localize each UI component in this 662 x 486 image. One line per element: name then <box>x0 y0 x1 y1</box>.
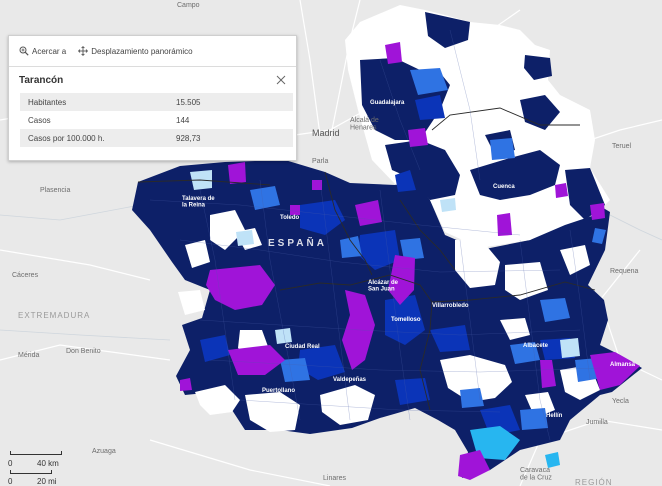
zoom-icon <box>19 46 29 56</box>
place-don-benito: Don Benito <box>66 348 101 355</box>
hole <box>178 290 205 315</box>
table-row: Habitantes 15.505 <box>20 93 293 111</box>
place-caravaca: Caravaca de la Cruz <box>520 467 552 482</box>
city-toledo: Toledo <box>280 215 300 221</box>
city-hellin: Hellín <box>546 413 563 419</box>
place-parla: Parla <box>312 158 328 165</box>
place-jumilla: Jumilla <box>586 419 608 426</box>
table-row: Casos por 100.000 h. 928,73 <box>20 129 293 147</box>
scale-mi-label: 20 mi <box>37 477 57 486</box>
attribute-label: Habitantes <box>20 93 168 111</box>
city-valdepenas: Valdepeñas <box>333 377 367 383</box>
scale-km-label: 40 km <box>37 459 59 468</box>
place-alcala: Alcalá de Henares <box>350 117 379 132</box>
scale-bar-km-line <box>10 451 62 455</box>
place-linares: Linares <box>323 475 346 482</box>
attribute-label: Casos <box>28 115 51 125</box>
city-ciudad-real: Ciudad Real <box>285 344 320 350</box>
attribute-label: Casos por 100.000 h. <box>20 129 168 147</box>
pan-button[interactable]: Desplazamiento panorámico <box>78 46 193 56</box>
city-guadalajara: Guadalajara <box>370 100 405 106</box>
zoom-to-label: Acercar a <box>32 46 67 56</box>
popup-header: Tarancón <box>9 67 296 93</box>
zoom-to-button[interactable]: Acercar a <box>19 46 66 56</box>
place-merida: Mérida <box>18 352 40 359</box>
scale-bar-mi-line <box>10 470 52 474</box>
place-madrid: Madrid <box>312 128 340 138</box>
close-icon[interactable] <box>275 74 287 86</box>
attribute-value: 928,73 <box>168 129 293 147</box>
feature-popup: Acercar a Desplazamiento panorámico Tara… <box>8 35 297 161</box>
table-row: Casos 144 <box>20 111 293 129</box>
popup-attribute-table: Habitantes 15.505 Casos 144 Casos por 10… <box>20 93 293 147</box>
city-albacete: Albacete <box>523 343 549 349</box>
scale-mi-zero: 0 <box>8 477 13 486</box>
popup-title: Tarancón <box>19 74 64 86</box>
attribute-value: 15.505 <box>168 93 293 111</box>
scale-km-zero: 0 <box>8 459 13 468</box>
popup-actions: Acercar a Desplazamiento panorámico <box>9 36 296 67</box>
city-puertollano: Puertollano <box>262 388 295 394</box>
place-plasencia: Plasencia <box>40 187 70 194</box>
attribute-value: 144 <box>176 115 190 125</box>
city-alcazar: Alcázar de San Juan <box>368 280 399 293</box>
city-cuenca: Cuenca <box>493 184 515 190</box>
place-teruel: Teruel <box>612 143 632 150</box>
place-espana: ESPAÑA <box>268 236 327 249</box>
city-almansa: Almansa <box>610 362 636 368</box>
place-region: REGIÓN <box>575 478 613 486</box>
place-azuaga: Azuaga <box>92 448 116 455</box>
scale-bar: 0 40 km 0 20 mi <box>8 451 68 486</box>
place-extremadura: EXTREMADURA <box>18 311 90 320</box>
pan-label: Desplazamiento panorámico <box>91 46 193 56</box>
place-yecla: Yecla <box>612 398 629 405</box>
city-villarrobledo: Villarrobledo <box>432 303 469 309</box>
city-tomelloso: Tomelloso <box>391 317 421 323</box>
place-campo: Campo <box>177 2 200 9</box>
place-requena: Requena <box>610 268 639 275</box>
place-caceres: Cáceres <box>12 272 39 279</box>
pan-icon <box>78 46 89 56</box>
